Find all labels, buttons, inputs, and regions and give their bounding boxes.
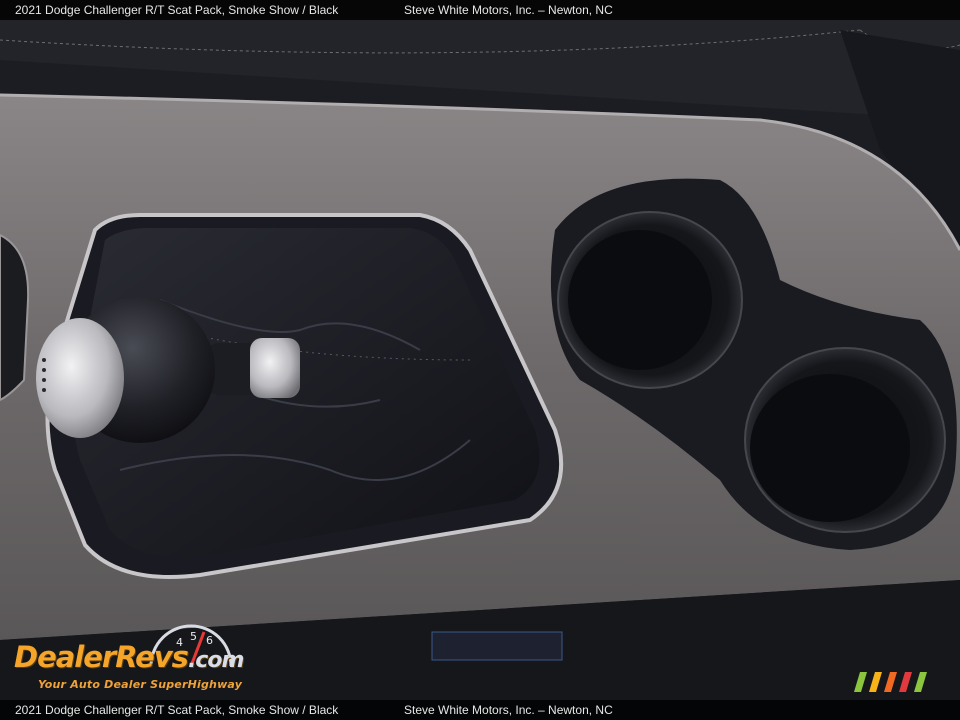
watermark-brand: DealerRevs.com [14,640,244,674]
vehicle-caption: 2021 Dodge Challenger R/T Scat Pack, Smo… [15,3,339,17]
stripes-logo-icon [854,672,927,692]
caption-bar-top: 2021 Dodge Challenger R/T Scat Pack, Smo… [0,0,960,20]
vehicle-caption: 2021 Dodge Challenger R/T Scat Pack, Smo… [15,703,339,717]
stripe-bar [869,672,882,692]
stripe-bar [914,672,927,692]
dealer-caption: Steve White Motors, Inc. – Newton, NC [404,703,613,717]
console-photo [0,0,960,720]
dealer-caption: Steve White Motors, Inc. – Newton, NC [404,3,613,17]
dealerrevs-logo: 4 5 6 DealerRevs.com Your Auto Dealer Su… [12,624,272,698]
caption-bar-bottom: 2021 Dodge Challenger R/T Scat Pack, Smo… [0,700,960,720]
stripe-bar [884,672,897,692]
stripe-bar [899,672,912,692]
watermark-tagline: Your Auto Dealer SuperHighway [38,678,243,691]
stripe-bar [854,672,867,692]
